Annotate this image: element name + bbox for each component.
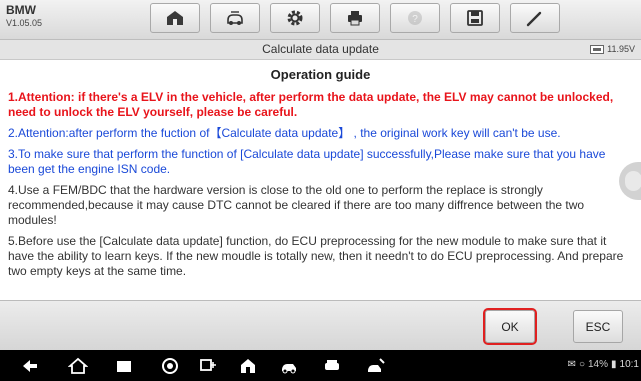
car-icon[interactable]: [322, 356, 342, 376]
battery-voltage: 11.95V: [590, 44, 635, 54]
printer-icon: [348, 11, 362, 26]
back-icon[interactable]: [20, 356, 40, 376]
sub-header: Calculate data update 11.95V: [0, 40, 641, 60]
guide-title: Operation guide: [270, 67, 371, 82]
wifi-icon: ○: [578, 359, 585, 370]
help-icon: ?: [408, 11, 422, 25]
shop-home-icon[interactable]: [238, 356, 258, 376]
diag-plug-icon[interactable]: [198, 356, 218, 376]
guide-paragraph: 3.To make sure that perform the function…: [8, 147, 606, 176]
save-button[interactable]: [450, 3, 500, 33]
guide-paragraph: 5.Before use the [Calculate data update]…: [8, 234, 624, 278]
top-toolbar: BMW V1.05.05 ?: [0, 0, 641, 40]
battery-percent: 14%: [588, 359, 609, 370]
ok-button[interactable]: OK: [483, 308, 537, 345]
chrome-icon[interactable]: [160, 356, 180, 376]
battery-icon: [590, 44, 605, 54]
car-repair-icon[interactable]: [366, 356, 386, 376]
car-swap-icon: [227, 11, 243, 25]
notification-icon: ✉: [567, 359, 576, 370]
battery-voltage-value: 11.95V: [607, 44, 635, 54]
guide-paragraph: 4.Use a FEM/BDC that the hardware versio…: [8, 183, 585, 227]
edit-button[interactable]: [510, 3, 560, 33]
home-button[interactable]: [150, 3, 200, 33]
help-button[interactable]: ?: [390, 3, 440, 33]
settings-button[interactable]: [270, 3, 320, 33]
vehicle-swap-button[interactable]: [210, 3, 260, 33]
action-bar: OK ESC: [0, 300, 641, 350]
car-service-icon[interactable]: [280, 356, 300, 376]
pen-icon: [526, 11, 542, 27]
guide-paragraph: 2.Attention:after perform the fuction of…: [8, 126, 561, 140]
guide-paragraph: 1.Attention: if there's a ELV in the veh…: [8, 90, 614, 119]
save-icon: [467, 10, 483, 26]
svg-text:?: ?: [412, 14, 418, 25]
brand-block: BMW V1.05.05: [6, 3, 136, 29]
app-version: V1.05.05: [6, 18, 43, 28]
brand-name: BMW: [6, 3, 36, 17]
page-title: Calculate data update: [262, 42, 379, 56]
battery-status-icon: ▮: [611, 359, 617, 370]
guide-content[interactable]: Operation guide 1.Attention: if there's …: [0, 60, 641, 300]
gear-icon: [287, 10, 303, 26]
android-nav-bar: ✉ ○ 14% ▮ 10:1: [0, 350, 641, 381]
print-button[interactable]: [330, 3, 380, 33]
android-home-icon[interactable]: [67, 356, 89, 376]
clock-time: 10:1: [619, 359, 639, 370]
home-icon: [167, 11, 183, 25]
recent-apps-icon[interactable]: [114, 356, 134, 376]
esc-button[interactable]: ESC: [573, 310, 623, 343]
system-status: ✉ ○ 14% ▮ 10:1: [568, 359, 639, 370]
